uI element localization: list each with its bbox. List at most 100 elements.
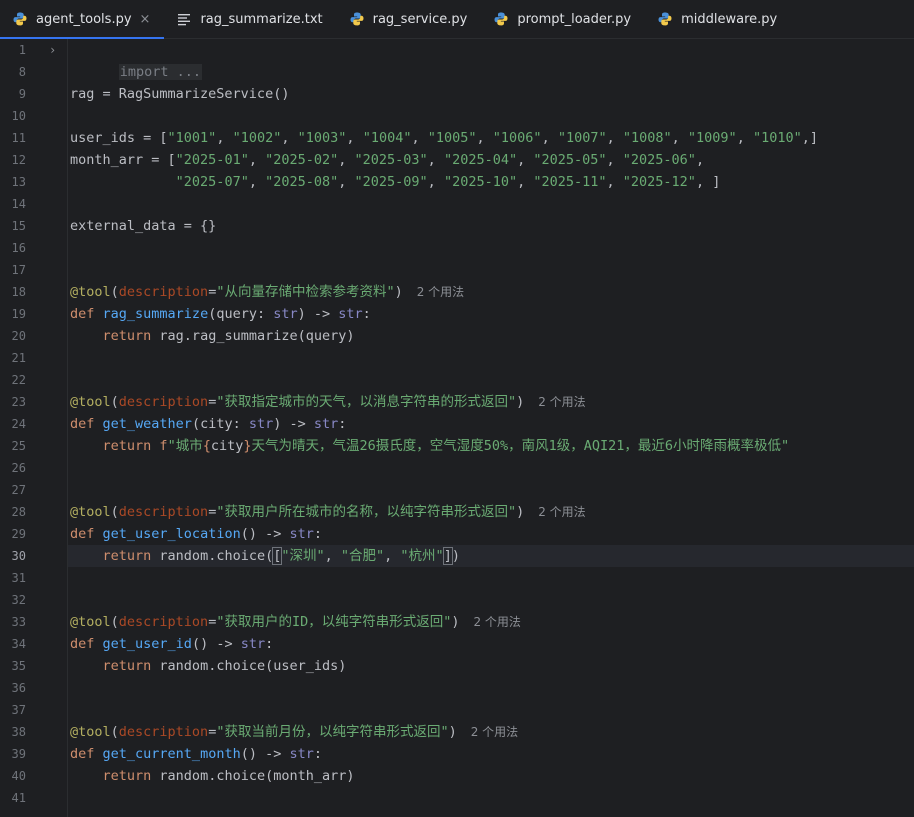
line-number: 29 xyxy=(11,527,26,541)
line-number: 40 xyxy=(11,769,26,783)
line-number: 19 xyxy=(11,307,26,321)
string-literal: "2025-08" xyxy=(265,174,339,190)
line-number: 8 xyxy=(18,65,26,79)
line-number: 27 xyxy=(11,483,26,497)
decorator: @tool xyxy=(70,504,111,520)
string-literal: "1004" xyxy=(362,130,412,146)
string-literal: "2025-07" xyxy=(175,174,249,190)
line-number: 39 xyxy=(11,747,26,761)
code-line-9[interactable]: rag = RagSummarizeService() xyxy=(70,83,289,105)
code-text: -> xyxy=(305,306,339,322)
code-line-35[interactable]: return random.choice(user_ids) xyxy=(70,655,347,677)
code-text: random.choice(month_arr) xyxy=(151,768,355,784)
keyword: return xyxy=(102,438,152,454)
code-text: rag = RagSummarizeService() xyxy=(70,86,290,102)
matched-bracket: ] xyxy=(442,547,453,565)
keyword: return xyxy=(102,548,152,564)
string-literal: "获取用户所在城市的名称，以纯字符串形式返回" xyxy=(216,504,517,520)
fstring-var: city xyxy=(210,438,244,454)
function-name: get_user_id xyxy=(102,636,192,652)
tab-rag-service[interactable]: rag_service.py xyxy=(337,0,482,38)
code-line-18[interactable]: @tool(description="从向量存储中检索参考资料") 2 个用法 xyxy=(70,281,464,303)
tab-middleware[interactable]: middleware.py xyxy=(645,0,791,38)
code-line-13[interactable]: month_arr = ["2025-07", "2025-08", "2025… xyxy=(70,171,721,193)
code-line-23[interactable]: @tool(description="获取指定城市的天气，以消息字符串的形式返回… xyxy=(70,391,586,413)
code-line-24[interactable]: def get_weather(city: str) -> str: xyxy=(70,413,346,435)
code-line-29[interactable]: def get_user_location() -> str: xyxy=(70,523,322,545)
string-literal: "获取当前月份，以纯字符串形式返回" xyxy=(216,724,449,740)
code-text: () xyxy=(191,636,209,652)
code-line-25[interactable]: return f"城市{city}天气为晴天，气温26摄氏度，空气湿度50%，南… xyxy=(70,435,790,457)
tab-prompt-loader[interactable]: prompt_loader.py xyxy=(481,0,645,38)
line-number: 28 xyxy=(11,505,26,519)
usage-hint[interactable]: 2 个用法 xyxy=(417,285,464,299)
code-text: () xyxy=(240,526,257,542)
code-line-12[interactable]: month_arr = ["2025-01", "2025-02", "2025… xyxy=(70,149,704,171)
string-literal: "合肥" xyxy=(340,548,385,564)
line-number: 13 xyxy=(11,175,26,189)
code-line-15[interactable]: external_data = {} xyxy=(70,215,216,237)
fstring-brace: { xyxy=(202,438,211,454)
string-literal: "从向量存储中检索参考资料" xyxy=(216,284,395,300)
code-text: external_data = {} xyxy=(70,218,217,234)
code-text: ) xyxy=(297,306,306,322)
line-number: 20 xyxy=(11,329,26,343)
line-number: 12 xyxy=(11,153,26,167)
close-icon[interactable]: × xyxy=(140,12,151,27)
tab-label: rag_summarize.txt xyxy=(200,11,323,27)
line-number: 21 xyxy=(11,351,26,365)
fstring-brace: } xyxy=(243,438,252,454)
gutter-divider xyxy=(67,39,68,817)
tab-label: middleware.py xyxy=(681,11,778,27)
string-literal: "2025-09" xyxy=(354,174,428,190)
line-number: 30 xyxy=(11,549,26,563)
code-text: month_arr = [ xyxy=(70,152,176,168)
code-line-39[interactable]: def get_current_month() -> str: xyxy=(70,743,322,765)
python-icon xyxy=(494,12,508,26)
code-line-34[interactable]: def get_user_id() -> str: xyxy=(70,633,273,655)
usage-hint[interactable]: 2 个用法 xyxy=(471,725,518,739)
line-number: 22 xyxy=(11,373,26,387)
usage-hint[interactable]: 2 个用法 xyxy=(538,395,585,409)
string-literal: "2025-01" xyxy=(175,152,249,168)
param-name: description xyxy=(118,504,209,520)
usage-hint[interactable]: 2 个用法 xyxy=(473,615,520,629)
type-name: str xyxy=(289,746,314,762)
code-text: user_ids = [ xyxy=(70,130,168,146)
code-text: random.choice(user_ids) xyxy=(151,658,347,674)
string-literal: "杭州" xyxy=(400,548,444,564)
code-line-33[interactable]: @tool(description="获取用户的ID，以纯字符串形式返回") 2 … xyxy=(70,611,521,633)
string-literal: "2025-10" xyxy=(443,174,518,190)
fold-expand-icon[interactable]: › xyxy=(49,39,56,61)
code-line-38[interactable]: @tool(description="获取当前月份，以纯字符串形式返回") 2 个… xyxy=(70,721,518,743)
code-line-11[interactable]: user_ids = ["1001", "1002", "1003", "100… xyxy=(70,127,818,149)
code-line-19[interactable]: def rag_summarize(query: str) -> str: xyxy=(70,303,371,325)
line-number: 41 xyxy=(11,791,26,805)
line-number: 15 xyxy=(11,219,26,233)
python-icon xyxy=(658,12,672,26)
tab-rag-summarize-txt[interactable]: rag_summarize.txt xyxy=(164,0,336,38)
param-name: description xyxy=(118,614,209,630)
code-line-40[interactable]: return random.choice(month_arr) xyxy=(70,765,355,787)
param-name: description xyxy=(118,394,209,410)
usage-hint[interactable]: 2 个用法 xyxy=(538,505,585,519)
code-line-28[interactable]: @tool(description="获取用户所在城市的名称，以纯字符串形式返回… xyxy=(70,501,586,523)
code-text: rag.rag_summarize(query) xyxy=(151,328,355,344)
line-number: 33 xyxy=(11,615,26,629)
tab-label: rag_service.py xyxy=(372,11,468,27)
tab-label: prompt_loader.py xyxy=(517,11,632,27)
line-number-gutter: 1 8 9 10 11 12 13 14 15 16 17 18 19 20 21 22 23 24 25 26 27 2… xyxy=(0,39,67,817)
function-name: get_current_month xyxy=(102,746,241,762)
code-line-1[interactable]: import ... xyxy=(70,39,203,80)
folded-imports[interactable]: import ... xyxy=(118,64,203,80)
fstring-prefix: f xyxy=(151,438,168,454)
tab-agent-tools[interactable]: agent_tools.py × xyxy=(0,0,165,39)
code-text: ) xyxy=(451,548,460,564)
type-name: str xyxy=(313,416,339,432)
code-editor[interactable]: 1 8 9 10 11 12 13 14 15 16 17 18 19 20 21 22 23 24 25 26 27 2… xyxy=(0,39,914,817)
line-number: 10 xyxy=(11,109,26,123)
string-literal: "1001" xyxy=(167,130,217,146)
code-line-20[interactable]: return rag.rag_summarize(query) xyxy=(70,325,355,347)
tab-label: agent_tools.py xyxy=(36,11,132,27)
code-line-30[interactable]: return random.choice(["深圳", "合肥", "杭州"]) xyxy=(70,545,460,567)
